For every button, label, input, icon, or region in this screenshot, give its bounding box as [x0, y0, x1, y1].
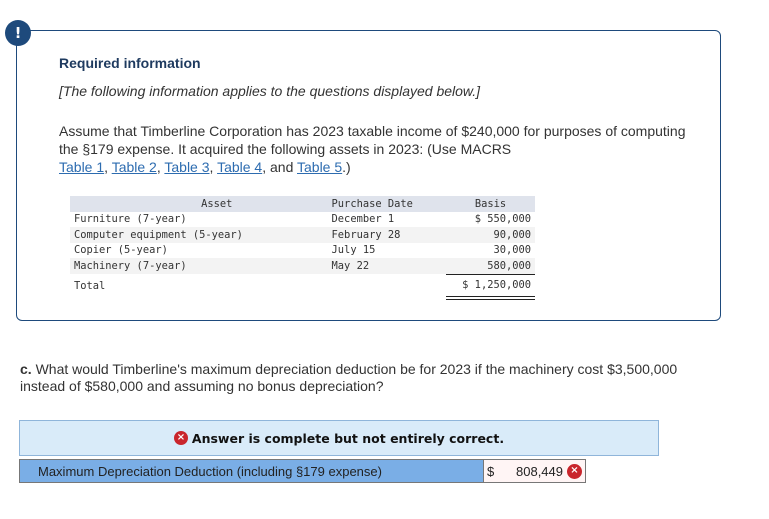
header-asset: Asset: [201, 197, 233, 210]
total-basis: $ 1,250,000: [445, 274, 535, 300]
table-row: Computer equipment (5-year) February 28 …: [70, 227, 535, 243]
answer-row: Maximum Depreciation Deduction (includin…: [19, 459, 586, 483]
table-row: Machinery (7-year) May 22 580,000: [70, 258, 535, 275]
answer-input[interactable]: $ 808,449 ×: [484, 460, 585, 482]
separator: ,: [104, 159, 112, 175]
date-cell: December 1: [331, 213, 395, 226]
info-alert-icon: !: [5, 20, 31, 46]
problem-statement-text: Assume that Timberline Corporation has 2…: [59, 123, 686, 157]
date-cell: July 15: [331, 244, 376, 257]
asset-cell: Copier (5-year): [74, 244, 168, 257]
asset-table: Asset Purchase Date Basis Furniture (7-y…: [70, 196, 535, 300]
required-info-note: [The following information applies to th…: [59, 83, 481, 99]
basis-cell: 580,000: [445, 258, 535, 275]
total-date-empty: [328, 274, 446, 298]
date-cell: May 22: [331, 260, 370, 272]
feedback-message: Answer is complete but not entirely corr…: [191, 430, 505, 446]
total-label: Total: [74, 279, 106, 292]
asset-cell: Machinery (7-year): [74, 260, 187, 272]
link-table-2[interactable]: Table 2: [112, 159, 157, 175]
table-row: Copier (5-year) July 15 30,000: [70, 243, 535, 259]
currency-symbol: $: [487, 463, 495, 479]
required-info-title: Required information: [59, 55, 201, 71]
basis-cell: $ 550,000: [474, 213, 531, 226]
link-table-3[interactable]: Table 3: [164, 159, 209, 175]
table-total-row: Total $ 1,250,000: [70, 274, 535, 300]
incorrect-icon: ×: [567, 463, 582, 479]
question-label: c.: [20, 361, 32, 377]
problem-statement: Assume that Timberline Corporation has 2…: [59, 122, 699, 176]
answer-feedback-banner: × Answer is complete but not entirely co…: [19, 420, 659, 456]
answer-value[interactable]: 808,449: [513, 464, 563, 479]
basis-cell: 30,000: [493, 244, 531, 257]
date-cell: February 28: [331, 228, 401, 241]
link-table-4[interactable]: Table 4: [217, 159, 262, 175]
question-text: What would Timberline's maximum deprecia…: [20, 361, 678, 394]
header-purchase-date: Purchase Date: [331, 197, 413, 210]
asset-cell: Computer equipment (5-year): [74, 228, 243, 241]
table-row: Furniture (7-year) December 1 $ 550,000: [70, 212, 535, 228]
error-icon: ×: [173, 431, 188, 445]
question-c: c. What would Timberline's maximum depre…: [20, 361, 720, 395]
asset-cell: Furniture (7-year): [74, 213, 187, 226]
table-header-row: Asset Purchase Date Basis: [70, 196, 535, 212]
link-table-1[interactable]: Table 1: [59, 159, 104, 175]
separator: , and: [262, 159, 297, 175]
basis-cell: 90,000: [493, 228, 531, 241]
answer-label: Maximum Depreciation Deduction (includin…: [20, 460, 484, 482]
separator: .): [342, 159, 351, 175]
link-table-5[interactable]: Table 5: [297, 159, 342, 175]
header-basis: Basis: [474, 197, 507, 210]
separator: ,: [209, 159, 218, 175]
